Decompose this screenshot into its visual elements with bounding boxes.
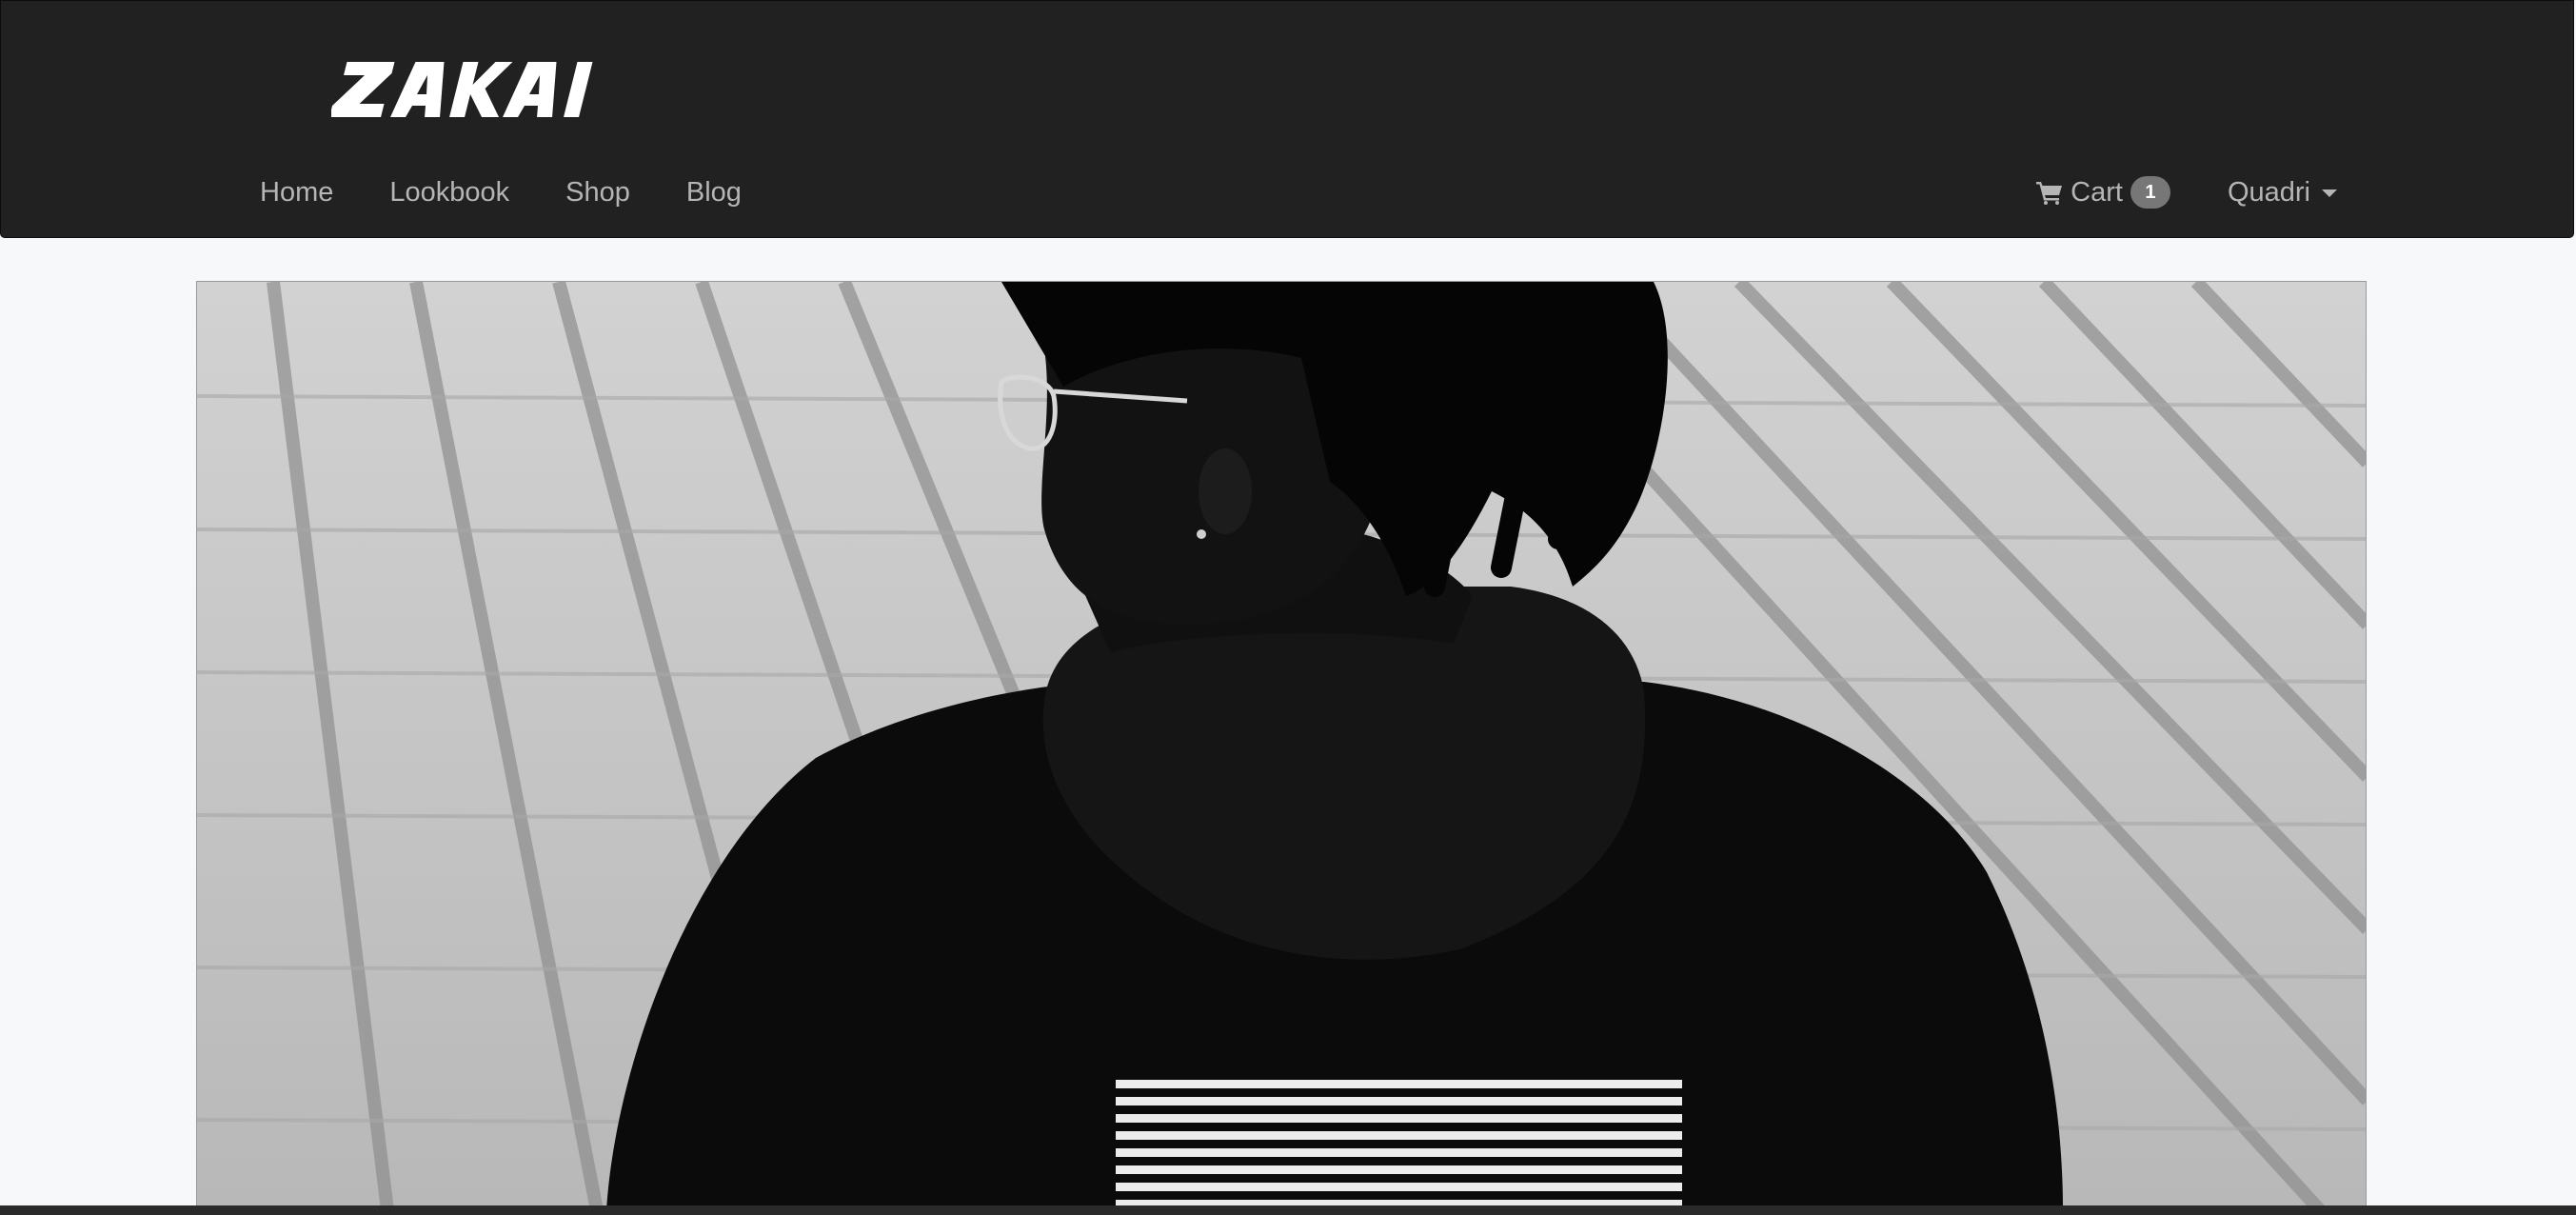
hero-image: [196, 281, 2367, 1209]
shopping-cart-icon: [2036, 182, 2063, 205]
nav-shop[interactable]: Shop: [565, 172, 630, 212]
caret-down-icon: [2322, 189, 2337, 197]
nav-home[interactable]: Home: [260, 172, 333, 212]
nav-blog[interactable]: Blog: [686, 172, 742, 212]
user-name: Quadri: [2227, 176, 2310, 208]
nav-right: Cart 1 Quadri: [2036, 172, 2337, 212]
brand-logo[interactable]: [329, 49, 613, 130]
cart-link[interactable]: Cart 1: [2036, 176, 2170, 209]
cart-count-badge: 1: [2130, 176, 2170, 209]
hero-photo: [197, 282, 2366, 1208]
zakai-logo-icon: [329, 62, 593, 117]
cart-label: Cart: [2071, 176, 2123, 208]
user-menu-dropdown[interactable]: Quadri: [2228, 177, 2337, 209]
nav-lookbook[interactable]: Lookbook: [389, 172, 509, 212]
main-nav: Home Lookbook Shop Blog: [260, 172, 798, 212]
top-navbar: Home Lookbook Shop Blog Cart 1 Quadri: [0, 0, 2574, 238]
bottom-bar: [0, 1205, 2576, 1215]
